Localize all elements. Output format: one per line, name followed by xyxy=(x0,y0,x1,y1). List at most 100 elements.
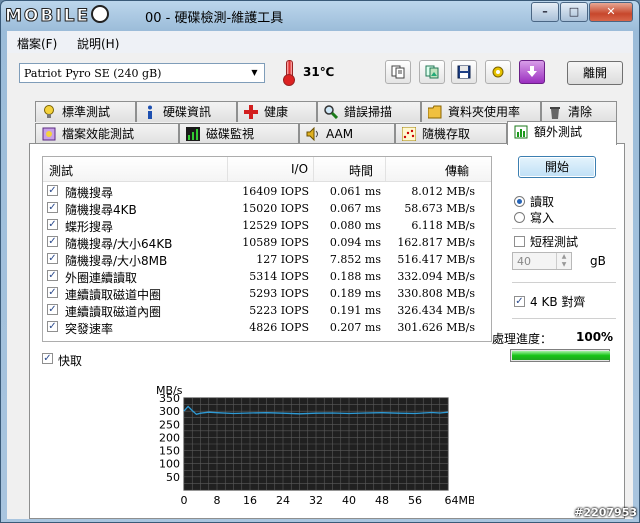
table-row[interactable]: ✓ 隨機搜尋/大小64KB 10589 IOPS 0.094 ms 162.817 MB… xyxy=(43,234,491,251)
lightbulb-icon xyxy=(44,105,54,118)
align-4kb-checkbox[interactable]: ✓ xyxy=(514,296,525,307)
short-test-label: 短程測試 xyxy=(530,235,579,249)
short-test-checkbox[interactable] xyxy=(514,236,525,247)
tab-disk-info[interactable]: 硬碟資訊 xyxy=(136,101,237,122)
tab-disk-monitor[interactable]: 磁碟監視 xyxy=(179,123,299,144)
table-row[interactable]: ✓ 連續讀取磁道中圈 5293 IOPS 0.189 ms 330.808 MB/s xyxy=(43,285,491,302)
row-checkbox[interactable]: ✓ xyxy=(47,219,58,230)
column-header-transfer[interactable]: 傳輸 xyxy=(445,162,469,179)
row-io: 15020 IOPS xyxy=(242,202,309,215)
window-title: 00 - 硬碟檢測-維護工具 xyxy=(145,11,284,26)
app-logo: MOBILE xyxy=(4,5,110,27)
table-row[interactable]: ✓ 連續讀取磁道內圈 5223 IOPS 0.191 ms 326.434 MB/s xyxy=(43,302,491,319)
write-radio[interactable] xyxy=(514,212,525,223)
row-test-name: 隨機搜尋 xyxy=(65,186,114,200)
row-checkbox[interactable]: ✓ xyxy=(47,236,58,247)
monitor-chart-icon xyxy=(186,127,200,141)
column-header-time[interactable]: 時間 xyxy=(349,162,373,179)
transfer-rate-chart: 50100150200250300350MB/s0 8 16 24 32 40 48 56 64… xyxy=(156,384,474,507)
minimize-button[interactable]: – xyxy=(531,2,559,22)
row-time: 0.189 ms xyxy=(329,287,381,300)
title-bar[interactable]: MOBILE 00 - 硬碟檢測-維護工具 – □ ✕ xyxy=(1,1,639,31)
row-checkbox[interactable]: ✓ xyxy=(47,304,58,315)
tab-file-benchmark[interactable]: 檔案效能測試 xyxy=(35,123,179,144)
short-test-unit: gB xyxy=(590,254,606,268)
chart-x-tick-label: 24 xyxy=(276,494,290,507)
table-row[interactable]: ✓ 隨機搜尋 16409 IOPS 0.061 ms 8.012 MB/s xyxy=(43,183,491,200)
row-time: 0.061 ms xyxy=(329,185,381,198)
table-header: 測試 I/O 時間 傳輸 xyxy=(43,157,491,182)
drive-select[interactable]: Patriot Pyro SE (240 gB) ▼ xyxy=(19,63,265,83)
row-io: 5223 IOPS xyxy=(249,304,309,317)
column-header-io[interactable]: I/O xyxy=(291,162,308,176)
chart-y-tick-label: 150 xyxy=(159,445,180,458)
cache-label: 快取 xyxy=(58,354,83,368)
download-button[interactable] xyxy=(519,60,545,84)
row-test-name: 隨機搜尋4KB xyxy=(65,203,137,217)
tab-erase[interactable]: 清除 xyxy=(541,101,617,122)
chart-x-tick-label: 32 xyxy=(309,494,323,507)
row-checkbox[interactable]: ✓ xyxy=(47,185,58,196)
row-test-name: 隨機搜尋/大小8MB xyxy=(65,254,168,268)
menu-file[interactable]: 檔案(F) xyxy=(17,35,57,52)
tab-health[interactable]: 健康 xyxy=(237,101,317,122)
chart-y-tick-label: 100 xyxy=(159,458,180,471)
chart-x-tick-label: 40 xyxy=(342,494,356,507)
tab-error-scan[interactable]: 錯誤掃描 xyxy=(317,101,421,122)
down-arrow-icon xyxy=(527,66,537,77)
read-label: 讀取 xyxy=(530,195,555,209)
row-checkbox[interactable]: ✓ xyxy=(47,202,58,213)
short-test-size-stepper[interactable]: 40 ▲ ▼ xyxy=(512,252,572,270)
exit-button[interactable]: 離開 xyxy=(567,61,623,85)
row-test-name: 突發速率 xyxy=(65,322,114,336)
row-checkbox[interactable]: ✓ xyxy=(47,321,58,332)
floppy-disk-icon xyxy=(457,65,471,79)
row-io: 5293 IOPS xyxy=(249,287,309,300)
table-row[interactable]: ✓ 隨機搜尋/大小8MB 127 IOPS 7.852 ms 516.417 MB/s xyxy=(43,251,491,268)
row-transfer: 330.808 MB/s xyxy=(397,287,475,300)
row-io: 12529 IOPS xyxy=(242,219,309,232)
column-header-test[interactable]: 測試 xyxy=(49,162,73,179)
progress-value: 100% xyxy=(576,330,614,344)
chart-x-tick-label: 56 xyxy=(408,494,422,507)
start-button[interactable]: 開始 xyxy=(518,156,596,178)
menu-bar: 檔案(F) 說明(H) xyxy=(7,31,633,53)
tab-aam[interactable]: AAM xyxy=(299,123,395,144)
tab-folder-usage[interactable]: 資料夾使用率 xyxy=(421,101,541,122)
magnifier-icon xyxy=(324,105,338,119)
row-checkbox[interactable]: ✓ xyxy=(47,270,58,281)
close-button[interactable]: ✕ xyxy=(589,2,633,22)
tab-area: 標準測試 硬碟資訊 健康 錯誤掃描 資料夾使用率 清除 檔案效能測試 磁碟監視 … xyxy=(7,95,633,519)
row-checkbox[interactable]: ✓ xyxy=(47,287,58,298)
tab-benchmark[interactable]: 標準測試 xyxy=(35,101,136,122)
maximize-button[interactable]: □ xyxy=(560,2,588,22)
scatter-icon xyxy=(402,127,416,141)
write-label: 寫入 xyxy=(530,211,555,225)
tab-random-access[interactable]: 隨機存取 xyxy=(395,123,507,144)
row-time: 0.207 ms xyxy=(329,321,381,334)
table-row[interactable]: ✓ 突發速率 4826 IOPS 0.207 ms 301.626 MB/s xyxy=(43,319,491,336)
row-time: 7.852 ms xyxy=(329,253,381,266)
save-button[interactable] xyxy=(451,60,477,84)
temperature-value: 31℃ xyxy=(303,65,335,79)
row-time: 0.094 ms xyxy=(329,236,381,249)
copy-text-button[interactable] xyxy=(385,60,411,84)
read-radio[interactable] xyxy=(514,196,525,207)
menu-help[interactable]: 說明(H) xyxy=(77,35,119,52)
row-io: 4826 IOPS xyxy=(249,321,309,334)
row-transfer: 162.817 MB/s xyxy=(397,236,475,249)
table-row[interactable]: ✓ 隨機搜尋4KB 15020 IOPS 0.067 ms 58.673 MB/s xyxy=(43,200,491,217)
progress-label: 處理進度： xyxy=(492,332,553,346)
row-checkbox[interactable]: ✓ xyxy=(47,253,58,264)
options-button[interactable] xyxy=(485,60,511,84)
stepper-arrows-icon[interactable]: ▲ ▼ xyxy=(556,253,571,269)
copy-image-button[interactable] xyxy=(419,60,445,84)
table-row[interactable]: ✓ 外圈連續讀取 5314 IOPS 0.188 ms 332.094 MB/s xyxy=(43,268,491,285)
row-time: 0.067 ms xyxy=(329,202,381,215)
chart-y-tick-label: 300 xyxy=(159,405,180,418)
chart-x-tick-label: 0 xyxy=(181,494,188,507)
table-row[interactable]: ✓ 蝶形搜尋 12529 IOPS 0.080 ms 6.118 MB/s xyxy=(43,217,491,234)
extra-tests-panel: 測試 I/O 時間 傳輸 ✓ 隨機搜尋 16409 IOPS 0.061 ms 8.01… xyxy=(29,143,625,519)
cache-checkbox[interactable]: ✓ xyxy=(42,353,53,364)
tab-extra-tests[interactable]: 額外測試 xyxy=(507,121,617,145)
